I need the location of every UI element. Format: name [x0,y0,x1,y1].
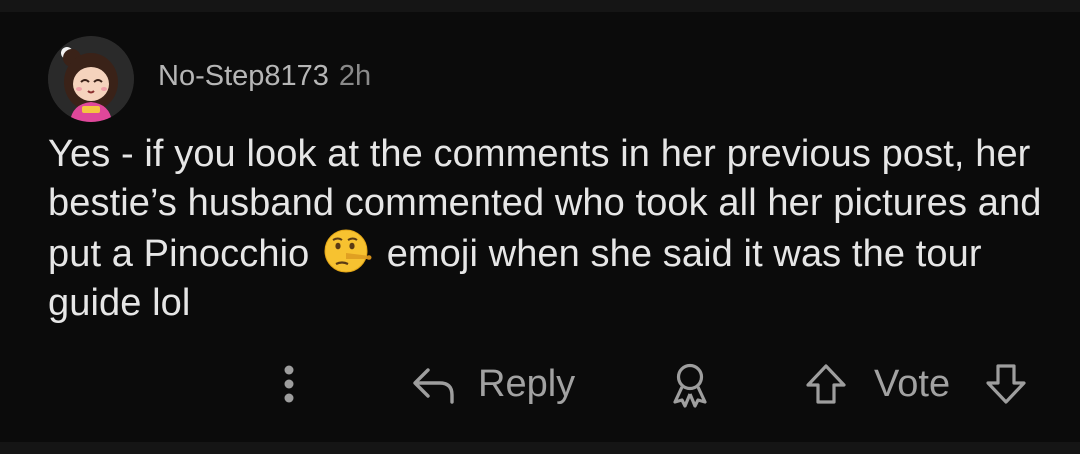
top-divider [0,0,1080,12]
upvote-button[interactable] [804,354,848,414]
reply-button[interactable]: Reply [410,354,575,414]
upvote-arrow-icon [806,364,846,404]
downvote-button[interactable] [984,354,1028,414]
more-options-button[interactable] [272,354,306,414]
reply-label: Reply [478,362,576,405]
comment-actions: Reply Vote [0,354,1080,414]
award-button[interactable] [668,354,712,414]
award-icon [673,363,707,408]
lying-face-emoji-icon [324,227,372,275]
avatar[interactable] [48,36,134,122]
bottom-divider [0,442,1080,454]
more-options-icon [284,365,294,403]
comment-meta: No-Step8173 2h [158,60,371,100]
avatar-illustration [48,36,134,122]
downvote-arrow-icon [986,364,1026,404]
reply-arrow-icon [413,368,454,404]
vote-score: Vote [874,362,951,405]
username[interactable]: No-Step8173 [158,60,329,93]
comment-card: No-Step8173 2h Yes - if you look at the … [0,12,1080,442]
comment-body: Yes - if you look at the comments in her… [48,130,1048,327]
timestamp: 2h [338,60,372,92]
